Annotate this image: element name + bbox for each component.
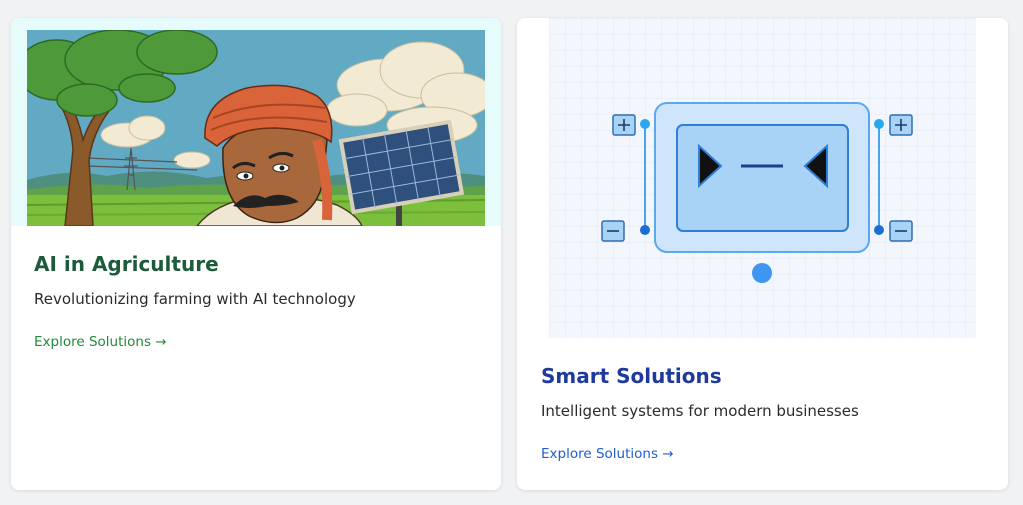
card-title: Smart Solutions: [541, 364, 722, 388]
link-label: Explore Solutions: [541, 446, 658, 462]
arrow-right-icon: →: [155, 334, 167, 350]
explore-solutions-link[interactable]: Explore Solutions →: [34, 333, 167, 351]
card-smart-solutions: Smart Solutions Intelligent systems for …: [517, 18, 1008, 490]
link-label: Explore Solutions: [34, 334, 151, 350]
farmer-solar-illustration: [27, 30, 485, 226]
arrow-right-icon: →: [662, 446, 674, 462]
card-image-frame: [517, 18, 1008, 338]
card-title: AI in Agriculture: [34, 252, 219, 276]
card-description: Intelligent systems for modern businesse…: [541, 402, 859, 420]
card-image-frame: [11, 18, 501, 226]
node-diagram-illustration: [549, 18, 976, 338]
card-ai-agriculture: AI in Agriculture Revolutionizing farmin…: [11, 18, 501, 490]
card-description: Revolutionizing farming with AI technolo…: [34, 290, 356, 308]
explore-solutions-link[interactable]: Explore Solutions →: [541, 445, 674, 463]
